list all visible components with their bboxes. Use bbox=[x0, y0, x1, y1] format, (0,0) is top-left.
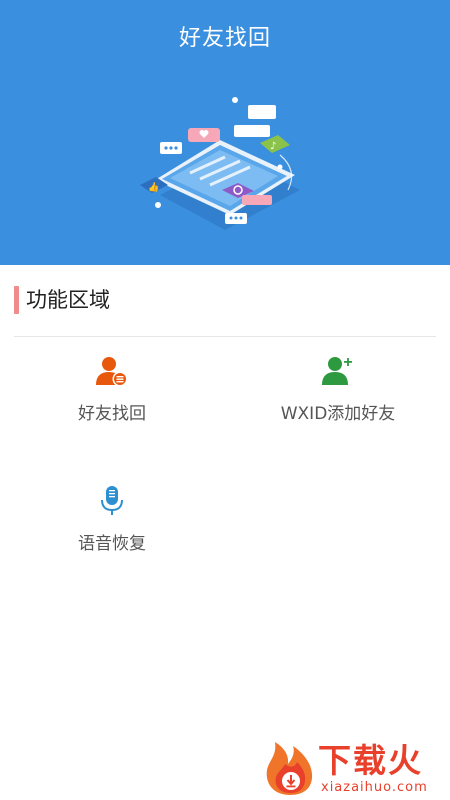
page-title: 好友找回 bbox=[178, 26, 271, 51]
wxid-add-friend-label: WXID添加好友 bbox=[280, 404, 396, 424]
microphone-icon bbox=[101, 486, 123, 515]
section-accent-bar bbox=[14, 286, 19, 314]
divider bbox=[14, 336, 436, 337]
watermark-text: 下载火 bbox=[318, 741, 423, 780]
svg-text:♪: ♪ bbox=[270, 141, 276, 152]
user-list-icon bbox=[96, 357, 128, 387]
friend-recovery-button[interactable]: 好友找回 bbox=[12, 355, 212, 455]
voice-recovery-button[interactable]: 语音恢复 bbox=[12, 485, 212, 585]
add-user-icon bbox=[322, 357, 352, 385]
header-banner: 好友找回 ♪ 👍 bbox=[0, 0, 450, 265]
section-title: 功能区域 bbox=[26, 288, 110, 312]
voice-recovery-label: 语音恢复 bbox=[78, 534, 146, 554]
phone-chat-illustration: ♪ 👍 bbox=[140, 97, 300, 230]
friend-recovery-label: 好友找回 bbox=[78, 404, 146, 424]
svg-text:👍: 👍 bbox=[148, 181, 159, 193]
flame-logo-icon bbox=[266, 742, 313, 795]
wxid-add-friend-button[interactable]: WXID添加好友 bbox=[238, 355, 438, 455]
watermark-subtext: xiazaihuo.com bbox=[321, 780, 428, 795]
watermark-logo: 下载火 xiazaihuo.com bbox=[263, 738, 450, 800]
